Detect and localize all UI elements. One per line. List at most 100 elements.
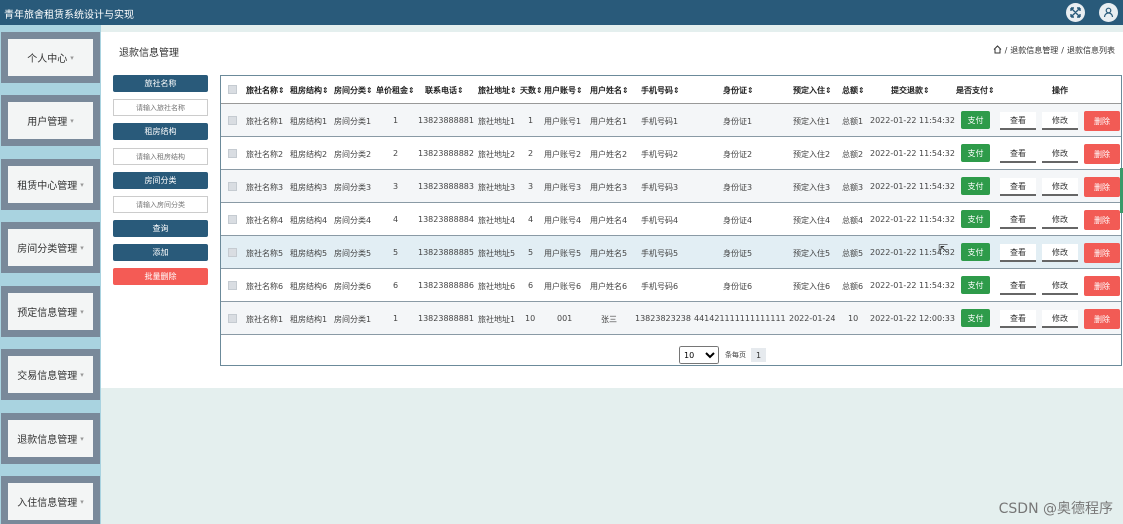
pay-button[interactable]: 支付: [961, 111, 990, 129]
column-header[interactable]: 提交退款⇕: [891, 85, 930, 96]
view-button[interactable]: 查看: [1000, 178, 1036, 196]
table-cell: 身份证6: [723, 282, 753, 291]
table-cell: 441421111111111111: [694, 314, 786, 323]
edit-button[interactable]: 修改: [1042, 310, 1078, 328]
chevron-down-icon: ▾: [70, 53, 74, 62]
table-cell: 10: [848, 314, 859, 323]
edit-button[interactable]: 修改: [1042, 244, 1078, 262]
row-checkbox[interactable]: [228, 281, 237, 290]
pay-button[interactable]: 支付: [961, 144, 990, 162]
row-checkbox[interactable]: [228, 215, 237, 224]
sidebar-item-user-management[interactable]: 用户管理 ▾: [1, 95, 100, 146]
table-cell: 旅社地址5: [478, 249, 516, 258]
user-avatar-icon[interactable]: [1099, 3, 1118, 22]
pay-button[interactable]: 支付: [961, 309, 990, 327]
column-header[interactable]: 旅社名称⇕: [246, 85, 285, 96]
breadcrumb-item: 退款信息列表: [1067, 46, 1115, 55]
table-cell: 预定入住6: [793, 282, 831, 291]
table-cell: 旅社名称4: [246, 216, 284, 225]
sidebar-item-rental-center[interactable]: 租赁中心管理 ▾: [1, 159, 100, 210]
delete-button[interactable]: 删除: [1084, 111, 1120, 131]
table-cell: 房间分类2: [334, 150, 372, 159]
delete-button[interactable]: 删除: [1084, 210, 1120, 230]
table-cell: 手机号码1: [641, 117, 679, 126]
add-button[interactable]: 添加: [113, 244, 208, 261]
delete-button[interactable]: 删除: [1084, 144, 1120, 164]
row-checkbox[interactable]: [228, 248, 237, 257]
view-button[interactable]: 查看: [1000, 112, 1036, 130]
sidebar-item-room-category[interactable]: 房间分类管理 ▾: [1, 222, 100, 273]
pay-button[interactable]: 支付: [961, 243, 990, 261]
row-checkbox[interactable]: [228, 116, 237, 125]
select-all-checkbox[interactable]: [228, 85, 237, 94]
watermark: CSDN @奥德程序: [998, 501, 1113, 517]
delete-button[interactable]: 删除: [1084, 276, 1120, 296]
view-button[interactable]: 查看: [1000, 277, 1036, 295]
edit-button[interactable]: 修改: [1042, 178, 1078, 196]
edit-button[interactable]: 修改: [1042, 211, 1078, 229]
table-cell: 13823888885: [418, 248, 474, 257]
sidebar-item-checkin[interactable]: 入住信息管理 ▾: [1, 476, 100, 524]
sidebar-item-booking[interactable]: 预定信息管理 ▾: [1, 286, 100, 337]
table-cell: 旅社名称5: [246, 249, 284, 258]
pay-button[interactable]: 支付: [961, 276, 990, 294]
column-header: 操作: [1052, 86, 1068, 95]
table-cell: 旅社名称2: [246, 150, 284, 159]
column-header[interactable]: 是否支付⇕: [956, 85, 995, 96]
view-button[interactable]: 查看: [1000, 244, 1036, 262]
column-header[interactable]: 总额⇕: [842, 85, 865, 96]
view-button[interactable]: 查看: [1000, 211, 1036, 229]
table-cell: 用户账号5: [544, 249, 582, 258]
row-checkbox[interactable]: [228, 149, 237, 158]
chevron-down-icon: ▾: [80, 434, 84, 443]
view-button[interactable]: 查看: [1000, 310, 1036, 328]
table-cell: 预定入住5: [793, 249, 831, 258]
table-cell: 4: [528, 215, 534, 224]
column-header[interactable]: 预定入住⇕: [793, 85, 832, 96]
query-button[interactable]: 查询: [113, 220, 208, 237]
sidebar-item-transaction[interactable]: 交易信息管理 ▾: [1, 349, 100, 400]
edit-button[interactable]: 修改: [1042, 145, 1078, 163]
edit-button[interactable]: 修改: [1042, 112, 1078, 130]
home-icon[interactable]: [993, 45, 1002, 56]
column-header[interactable]: 房间分类⇕: [334, 85, 373, 96]
delete-button[interactable]: 删除: [1084, 309, 1120, 329]
page-number[interactable]: 1: [751, 348, 766, 362]
refund-table: 旅社名称⇕ 租房结构⇕ 房间分类⇕ 单价租金⇕ 联系电话⇕ 旅社地址⇕ 天数⇕ …: [220, 75, 1122, 366]
column-header[interactable]: 身份证⇕: [723, 85, 754, 96]
pay-button[interactable]: 支付: [961, 177, 990, 195]
delete-button[interactable]: 删除: [1084, 177, 1120, 197]
breadcrumb: / 退款信息管理 / 退款信息列表: [993, 45, 1115, 56]
table-cell: 13823888886: [418, 281, 474, 290]
edit-button[interactable]: 修改: [1042, 277, 1078, 295]
column-header[interactable]: 联系电话⇕: [425, 85, 464, 96]
sidebar-item-personal-center[interactable]: 个人中心 ▾: [1, 32, 100, 83]
table-cell: 租房结构1: [290, 117, 328, 126]
sidebar-item-label: 预定信息管理: [17, 308, 78, 319]
sidebar-item-label: 入住信息管理: [17, 498, 78, 509]
row-checkbox[interactable]: [228, 314, 237, 323]
column-header[interactable]: 天数⇕: [520, 85, 543, 96]
hostel-name-input[interactable]: [113, 99, 208, 116]
table-cell: 4: [393, 215, 399, 224]
room-category-input[interactable]: [113, 196, 208, 213]
row-checkbox[interactable]: [228, 182, 237, 191]
table-cell: 手机号码4: [641, 216, 679, 225]
column-header[interactable]: 用户账号⇕: [544, 85, 583, 96]
batch-delete-button[interactable]: 批量删除: [113, 268, 208, 285]
fullscreen-icon[interactable]: [1066, 3, 1085, 22]
page-size-select[interactable]: 10: [679, 346, 719, 364]
breadcrumb-item[interactable]: 退款信息管理: [1010, 45, 1058, 56]
pay-button[interactable]: 支付: [961, 210, 990, 228]
table-cell: 身份证4: [723, 216, 753, 225]
column-header[interactable]: 用户姓名⇕: [590, 85, 629, 96]
view-button[interactable]: 查看: [1000, 145, 1036, 163]
column-header[interactable]: 旅社地址⇕: [478, 85, 517, 96]
column-header[interactable]: 租房结构⇕: [290, 85, 329, 96]
column-header[interactable]: 手机号码⇕: [641, 85, 680, 96]
column-header[interactable]: 单价租金⇕: [376, 85, 415, 96]
delete-button[interactable]: 删除: [1084, 243, 1120, 263]
structure-input[interactable]: [113, 148, 208, 165]
sidebar-item-refund[interactable]: 退款信息管理 ▾: [1, 413, 100, 464]
table-cell: 房间分类1: [334, 117, 372, 126]
